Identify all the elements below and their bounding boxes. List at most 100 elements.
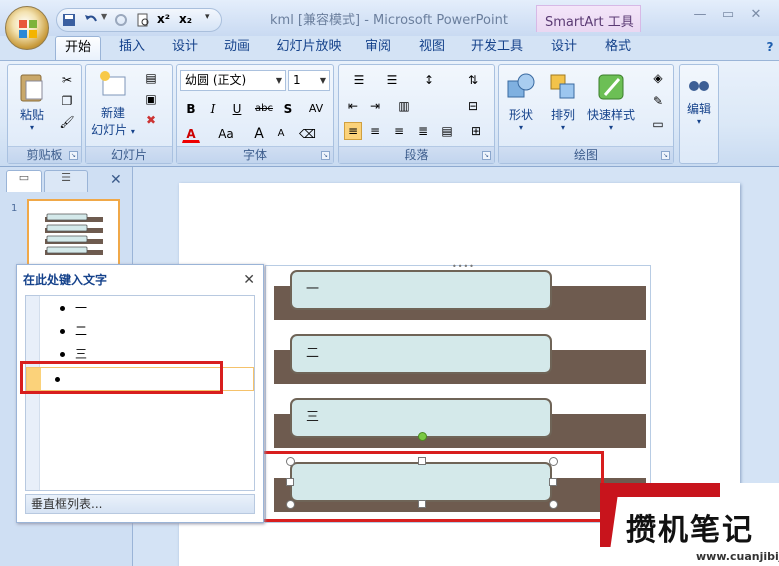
window-controls: — ▭ ✕ [659,2,779,30]
font-name-dropdown-icon: ▼ [275,76,283,85]
smartart-shape-1[interactable]: 一 [290,270,552,310]
justify-icon[interactable]: ≣ [414,122,432,140]
change-case-button[interactable]: Aa [213,125,239,143]
ribbon-tabs: 开始 插入 设计 动画 幻灯片放映 审阅 视图 开发工具 设计 格式 ? [0,36,779,60]
list-item[interactable]: 一 [60,298,87,318]
minimize-icon[interactable]: — [693,8,707,22]
layout-icon[interactable]: ▤ [142,69,160,87]
shadow-button[interactable]: S [279,100,297,118]
shape-fill-icon[interactable]: ◈ [645,69,671,87]
italic-button[interactable]: I [204,100,222,118]
font-size-select[interactable]: 1 ▼ [288,70,330,91]
align-left-icon[interactable]: ≡ [344,122,362,140]
shapes-button[interactable]: 形状 ▾ [503,71,539,132]
undo-icon[interactable] [83,12,99,28]
align-center-icon[interactable]: ≡ [366,122,384,140]
tab-smartart-format[interactable]: 格式 [596,36,640,60]
shapes-label: 形状 [508,108,533,122]
text-direction-icon[interactable]: ⇅ [459,71,487,89]
cut-icon[interactable]: ✂ [58,71,76,89]
subscript-icon[interactable]: x₂ [179,12,195,28]
bullets-icon[interactable]: ☰ [344,71,374,89]
grow-font-button[interactable]: A [250,125,268,143]
paste-label: 粘贴 [19,108,44,122]
arrange-label: 排列 [550,108,575,122]
shrink-font-button[interactable]: A [272,125,290,143]
text-pane-footer-link[interactable]: 垂直框列表... [25,494,255,514]
superscript-icon[interactable]: x² [157,12,173,28]
font-name-select[interactable]: 幼圆 (正文) ▼ [180,70,286,91]
help-icon[interactable]: ? [762,36,778,60]
save-icon[interactable] [61,12,77,28]
list-item-text: 二 [75,324,88,338]
list-item[interactable]: 二 [60,321,87,341]
align-right-icon[interactable]: ≡ [390,122,408,140]
shape-effects-icon[interactable]: ▭ [645,115,671,133]
tab-slide-show[interactable]: 幻灯片放映 [272,36,346,60]
distributed-icon[interactable]: ▤ [438,122,456,140]
format-painter-icon[interactable]: 🖌 [58,113,76,131]
char-spacing-button[interactable]: AV [303,100,329,118]
rotation-handle[interactable] [418,432,427,441]
print-preview-icon[interactable] [135,12,151,28]
contextual-tab-group: SmartArt 工具 [536,5,641,32]
tab-review[interactable]: 审阅 [358,36,398,60]
strikethrough-button[interactable]: abc [252,100,276,118]
bold-button[interactable]: B [182,100,200,118]
paste-dropdown-icon: ▾ [29,123,34,132]
copy-icon[interactable]: ❐ [58,92,76,110]
align-text-icon[interactable]: ⊟ [459,97,487,115]
editing-button[interactable]: 编辑 ▾ [682,71,716,126]
numbering-icon[interactable]: ☰ [377,71,407,89]
new-slide-label-2: 幻灯片 ▾ [90,121,136,138]
close-pane-icon[interactable]: ✕ [110,172,122,188]
paste-button[interactable]: 粘贴 ▾ [14,71,50,132]
tab-home[interactable]: 开始 [55,36,101,60]
tab-developer[interactable]: 开发工具 [466,36,528,60]
reset-slide-icon[interactable]: ▣ [142,90,160,108]
font-launcher-icon[interactable]: ↘ [321,151,330,160]
bullet-icon [60,329,65,334]
binoculars-icon [689,81,709,91]
decrease-indent-icon[interactable]: ⇤ [344,97,362,115]
close-icon[interactable]: ✕ [749,8,763,22]
tab-smartart-design[interactable]: 设计 [542,36,586,60]
font-color-button[interactable]: A [182,125,200,143]
tab-view[interactable]: 视图 [412,36,452,60]
tab-outline[interactable]: ☰ [44,170,88,192]
tab-design[interactable]: 设计 [165,36,205,60]
arrange-button[interactable]: 排列 ▾ [545,71,581,132]
quick-access-toolbar: ▼ x² x₂ ▾ [56,8,222,32]
slides-group-label: 幻灯片 [86,146,172,163]
columns-icon[interactable]: ▥ [391,97,417,115]
clear-formatting-icon[interactable]: ⌫ [298,125,316,143]
clipboard-launcher-icon[interactable]: ↘ [69,151,78,160]
watermark: 攒机笔记 www.cuanjibiji.com [600,483,779,566]
slides-pane-tabs: ▭ ☰ ✕ [6,170,128,192]
underline-button[interactable]: U [228,100,246,118]
increase-indent-icon[interactable]: ⇥ [366,97,384,115]
drawing-launcher-icon[interactable]: ↘ [661,151,670,160]
arrange-icon [550,74,575,99]
tab-insert[interactable]: 插入 [112,36,152,60]
delete-slide-icon[interactable]: ✖ [142,111,160,129]
line-spacing-icon[interactable]: ↕ [415,71,443,89]
smartart-shape-2[interactable]: 二 [290,334,552,374]
slide-thumbnail[interactable] [27,199,120,269]
redo-icon[interactable] [113,12,129,28]
maximize-icon[interactable]: ▭ [721,8,735,22]
office-button[interactable] [5,6,49,50]
shapes-dropdown-icon: ▾ [518,123,523,132]
customize-qat-icon[interactable]: ▾ [205,12,221,28]
shape-outline-icon[interactable]: ✎ [645,92,671,110]
paragraph-launcher-icon[interactable]: ↘ [482,151,491,160]
tab-slides[interactable]: ▭ [6,170,42,192]
new-slide-button[interactable]: 新建 幻灯片 ▾ [90,69,136,138]
thumbnail-preview [45,213,103,255]
close-icon[interactable]: ✕ [243,272,255,288]
bullet-icon [60,352,65,357]
tab-animations[interactable]: 动画 [217,36,257,60]
convert-smartart-icon[interactable]: ⊞ [463,122,489,140]
quick-styles-button[interactable]: 快速样式 ▾ [585,71,637,132]
font-size-value: 1 [293,73,301,87]
